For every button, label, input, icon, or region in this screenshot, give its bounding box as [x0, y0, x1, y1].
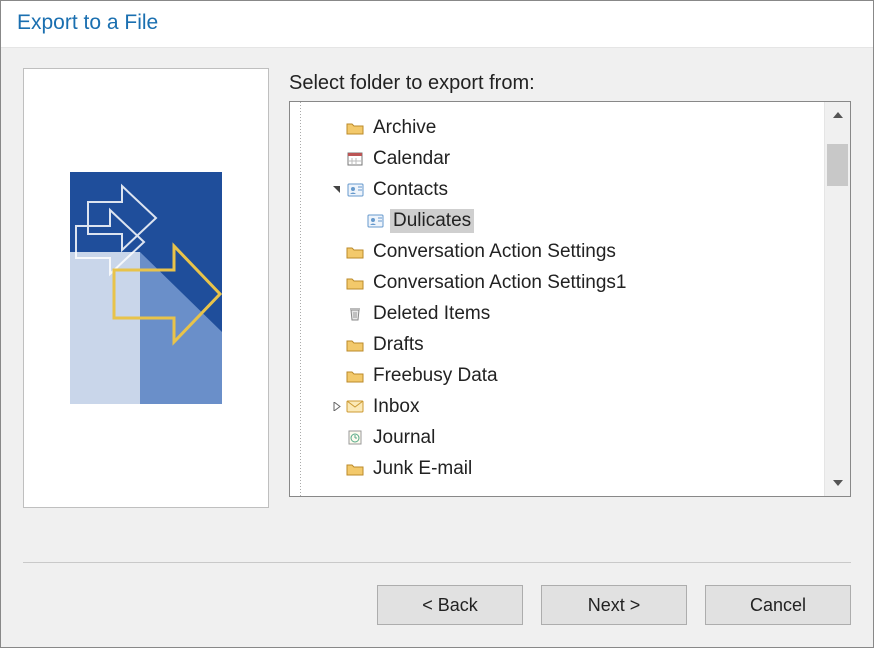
scroll-up-button[interactable]	[825, 102, 850, 128]
folder-icon	[346, 368, 364, 384]
collapse-toggle-icon[interactable]	[328, 182, 344, 198]
toggle-spacer	[328, 461, 344, 477]
folder-icon	[346, 461, 364, 477]
dialog-title: Export to a File	[1, 1, 873, 48]
inbox-icon	[346, 399, 364, 415]
journal-icon	[346, 430, 364, 446]
tree-item-label: Deleted Items	[370, 302, 493, 326]
scroll-track[interactable]	[825, 128, 850, 470]
wizard-sidebar-graphic	[23, 68, 269, 508]
folder-icon	[346, 337, 364, 353]
scroll-down-button[interactable]	[825, 470, 850, 496]
cancel-button[interactable]: Cancel	[705, 585, 851, 625]
tree-item[interactable]: Inbox	[308, 391, 824, 422]
toggle-spacer	[328, 368, 344, 384]
vertical-scrollbar[interactable]	[824, 102, 850, 496]
scroll-thumb[interactable]	[827, 144, 848, 186]
toggle-spacer	[328, 151, 344, 167]
tree-item[interactable]: Calendar	[308, 143, 824, 174]
folder-icon	[346, 120, 364, 136]
export-arrow-graphic-icon	[70, 172, 222, 404]
tree-item-label: Inbox	[370, 395, 422, 419]
tree-item[interactable]: Junk E-mail	[308, 453, 824, 484]
toggle-spacer	[348, 213, 364, 229]
tree-item-label: Dulicates	[390, 209, 474, 233]
wizard-dialog: Export to a File Select folder to export…	[0, 0, 874, 648]
tree-item-label: Conversation Action Settings	[370, 240, 619, 264]
prompt-label: Select folder to export from:	[289, 72, 851, 95]
chevron-down-icon	[833, 480, 843, 486]
tree-item-label: Journal	[370, 426, 438, 450]
tree-item[interactable]: Archive	[308, 112, 824, 143]
tree-item-label: Archive	[370, 116, 439, 140]
folder-icon	[346, 244, 364, 260]
toggle-spacer	[328, 244, 344, 260]
next-button[interactable]: Next >	[541, 585, 687, 625]
chevron-up-icon	[833, 112, 843, 118]
tree-item[interactable]: Drafts	[308, 329, 824, 360]
calendar-icon	[346, 151, 364, 167]
toggle-spacer	[328, 337, 344, 353]
deleted-icon	[346, 306, 364, 322]
footer-divider	[23, 562, 851, 563]
folder-icon	[346, 275, 364, 291]
contacts-icon	[366, 213, 384, 229]
tree-item[interactable]: Deleted Items	[308, 298, 824, 329]
tree-item[interactable]: Conversation Action Settings	[308, 236, 824, 267]
tree-item[interactable]: Dulicates	[308, 205, 824, 236]
dialog-body: Select folder to export from: Archive Cal…	[1, 48, 873, 544]
toggle-spacer	[328, 120, 344, 136]
tree-item[interactable]: Conversation Action Settings1	[308, 267, 824, 298]
tree-item-label: Conversation Action Settings1	[370, 271, 630, 295]
tree-item-label: Contacts	[370, 178, 451, 202]
main-pane: Select folder to export from: Archive Cal…	[289, 68, 851, 544]
tree-item-label: Drafts	[370, 333, 427, 357]
tree-item-label: Calendar	[370, 147, 453, 171]
tree-item-label: Junk E-mail	[370, 457, 475, 481]
tree-item[interactable]: Contacts	[308, 174, 824, 205]
button-row: < Back Next > Cancel	[23, 585, 851, 625]
dialog-footer: < Back Next > Cancel	[1, 544, 873, 647]
tree-item[interactable]: Freebusy Data	[308, 360, 824, 391]
expand-toggle-icon[interactable]	[328, 399, 344, 415]
contacts-icon	[346, 182, 364, 198]
toggle-spacer	[328, 275, 344, 291]
toggle-spacer	[328, 306, 344, 322]
toggle-spacer	[328, 430, 344, 446]
tree-item-label: Freebusy Data	[370, 364, 501, 388]
tree-item[interactable]: Journal	[308, 422, 824, 453]
back-button[interactable]: < Back	[377, 585, 523, 625]
folder-tree[interactable]: Archive Calendar Contacts Dulicates Conversa…	[289, 101, 851, 497]
